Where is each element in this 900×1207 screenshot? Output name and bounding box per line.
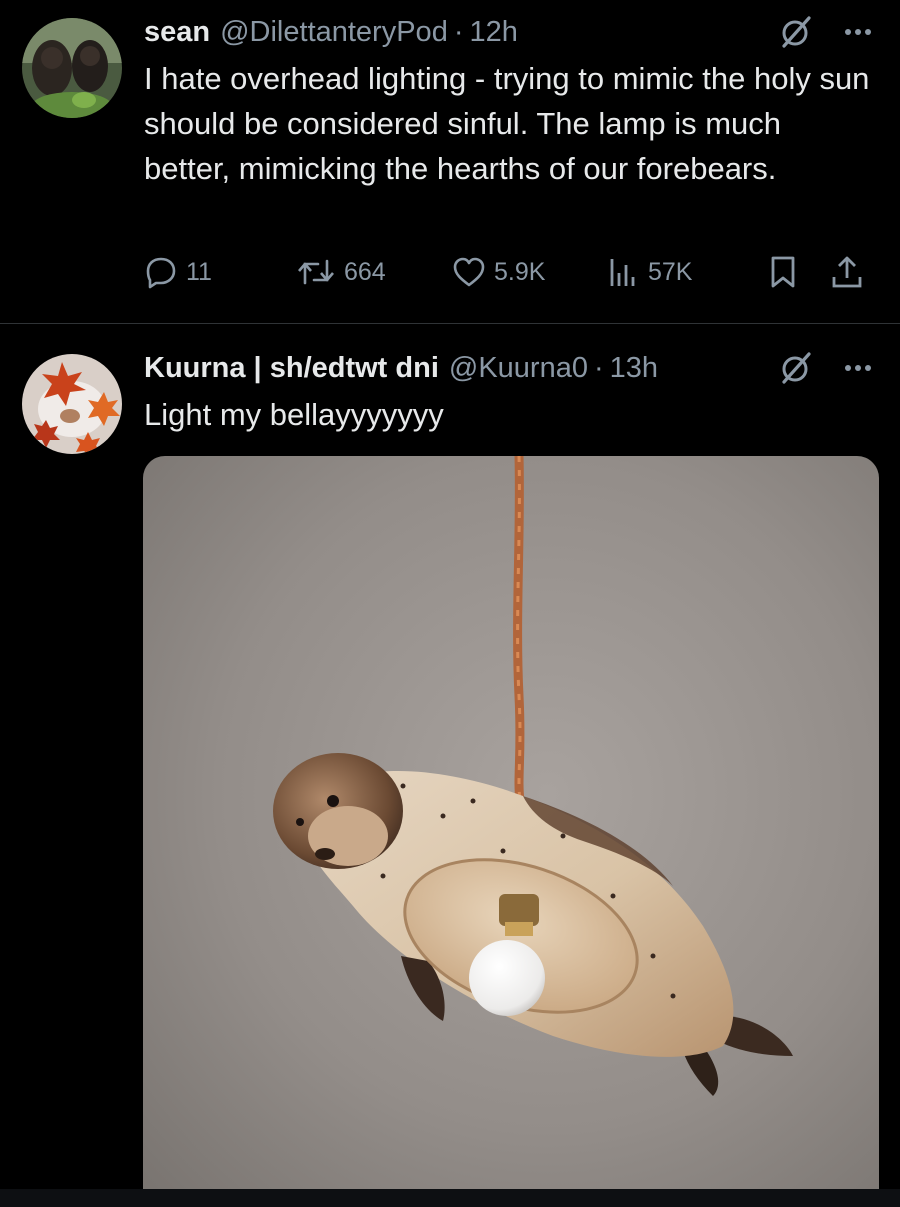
reply-count: 11 [186, 257, 212, 286]
tweet-text: Light my bellayyyyyyy [144, 397, 444, 432]
action-bar: 11 664 5.9K 57K [144, 250, 874, 294]
avatar-maple-leaves-image [22, 354, 122, 454]
author-name[interactable]: sean [144, 16, 210, 49]
bookmark-button[interactable] [766, 255, 830, 289]
timestamp[interactable]: 12h [470, 16, 518, 49]
views-button[interactable]: 57K [606, 255, 766, 289]
tweet-media[interactable] [143, 456, 879, 1207]
tweet[interactable]: sean @DilettanteryPod · 12h I hate overh… [0, 0, 900, 324]
separator-dot: · [453, 15, 464, 48]
heart-icon [453, 257, 485, 287]
bookmark-icon [771, 256, 795, 288]
seal-lamp-photo [143, 456, 879, 1207]
repost-icon [298, 259, 334, 285]
author-handle[interactable]: @DilettanteryPod [220, 16, 448, 49]
more-dots-icon[interactable] [840, 350, 876, 386]
tweet-text: I hate overhead lighting - trying to mim… [144, 61, 870, 186]
timestamp[interactable]: 13h [610, 352, 658, 385]
tweet[interactable]: Kuurna | sh/edtwt dni @Kuurna0 · 13h Lig… [0, 324, 900, 1207]
like-button[interactable]: 5.9K [452, 255, 606, 289]
tweet-header: Kuurna | sh/edtwt dni @Kuurna0 · 13h [144, 348, 876, 388]
avatar[interactable] [22, 18, 122, 118]
views-chart-icon [610, 259, 635, 286]
bottom-bar [0, 1189, 900, 1207]
avatar-chimpanzees-image [22, 18, 122, 118]
like-count: 5.9K [494, 257, 546, 286]
reply-button[interactable]: 11 [144, 255, 296, 289]
separator-dot: · [593, 351, 604, 384]
reply-icon [146, 257, 176, 289]
share-icon [832, 256, 862, 288]
share-button[interactable] [830, 255, 864, 289]
author-handle[interactable]: @Kuurna0 [449, 352, 588, 385]
author-name[interactable]: Kuurna | sh/edtwt dni [144, 352, 439, 385]
grok-icon[interactable] [778, 14, 814, 50]
grok-icon[interactable] [778, 350, 814, 386]
repost-count: 664 [344, 257, 386, 286]
avatar[interactable] [22, 354, 122, 454]
tweet-header: sean @DilettanteryPod · 12h [144, 12, 876, 52]
repost-button[interactable]: 664 [296, 255, 452, 289]
views-count: 57K [648, 257, 693, 286]
more-dots-icon[interactable] [840, 14, 876, 50]
